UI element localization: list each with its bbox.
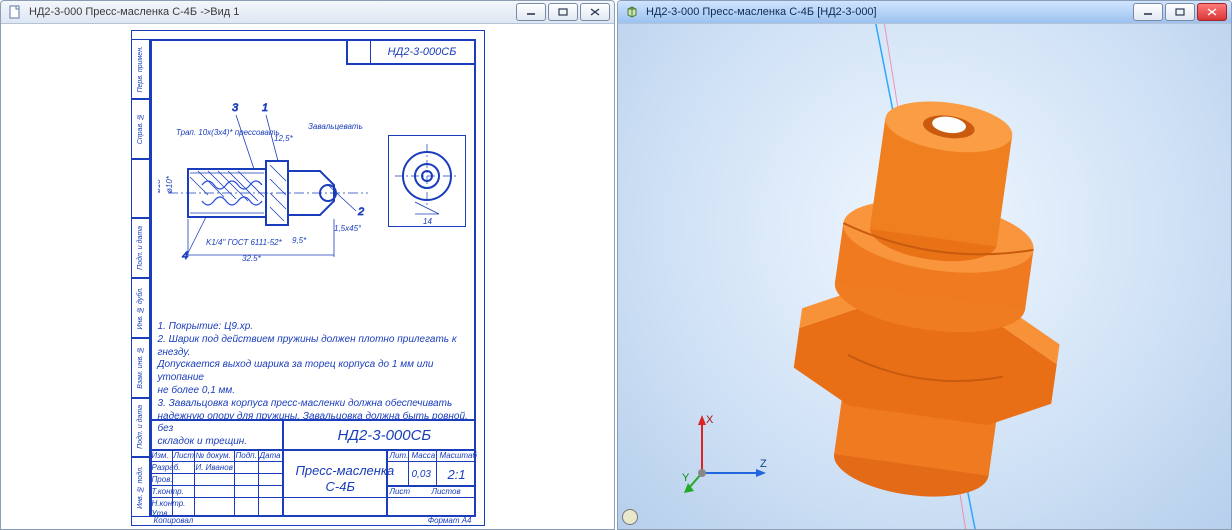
svg-text:14: 14: [423, 217, 432, 226]
svg-text:1,5x45°: 1,5x45°: [334, 224, 362, 233]
left-window-title: НД2-3-000 Пресс-масленка С-4Б ->Вид 1: [29, 6, 510, 18]
maximize-button[interactable]: [548, 3, 578, 21]
margin-label: Взам. инв. №: [137, 346, 144, 389]
title-block: НД2-3-000СБ Изм. Лист № докум. Подп. Дат…: [150, 419, 476, 517]
maximize-button[interactable]: [1165, 3, 1195, 21]
model-sub-window: НД2-3-000 Пресс-масленка С-4Б [НД2-3-000…: [617, 0, 1232, 530]
svg-text:ø10*: ø10*: [165, 175, 174, 193]
svg-text:9,5*: 9,5*: [292, 236, 307, 245]
left-window-buttons: [516, 3, 610, 21]
upper-stamp: НД2-3-000СБ: [346, 39, 476, 65]
margin-label: Инв. № подл.: [137, 466, 144, 509]
doc-number: НД2-3-000СБ: [338, 427, 432, 444]
minimize-button[interactable]: [516, 3, 546, 21]
svg-text:1: 1: [262, 102, 268, 114]
drawing-viewport[interactable]: Перв. примен. Справ. № Подп. и дата Инв.…: [1, 24, 614, 529]
main-section-view: 3 1 2 4 12,5* Завальцевать Трап. 10x(3х4…: [158, 85, 378, 261]
aux-end-view: 14: [388, 135, 466, 227]
svg-text:K1/4" ГОСТ 6111-52*: K1/4" ГОСТ 6111-52*: [206, 238, 283, 247]
svg-text:Y: Y: [682, 472, 690, 484]
svg-text:Z: Z: [760, 458, 767, 470]
document-icon: [7, 4, 23, 20]
right-window-titlebar[interactable]: НД2-3-000 Пресс-масленка С-4Б [НД2-3-000…: [618, 1, 1231, 24]
drawing-sub-window: НД2-3-000 Пресс-масленка С-4Б ->Вид 1 Пе…: [0, 0, 615, 530]
close-button[interactable]: [580, 3, 610, 21]
drawing-sheet: Перв. примен. Справ. № Подп. и дата Инв.…: [131, 30, 485, 526]
svg-text:ø18*: ø18*: [158, 175, 162, 193]
margin-label: Подп. и дата: [137, 405, 144, 449]
svg-text:X: X: [706, 414, 714, 426]
upper-stamp-text: НД2-3-000СБ: [371, 41, 474, 63]
sheet-footer: Копировал Формат А4: [150, 516, 476, 526]
right-window-title: НД2-3-000 Пресс-масленка С-4Б [НД2-3-000…: [646, 6, 1127, 18]
left-margin-fields: Перв. примен. Справ. № Подп. и дата Инв.…: [132, 39, 150, 517]
3d-viewport[interactable]: X Y Z: [618, 24, 1231, 529]
margin-label: Справ. №: [137, 113, 144, 144]
margin-label: Подп. и дата: [137, 226, 144, 270]
margin-label: Перв. примен.: [137, 46, 144, 93]
axis-triad-icon: X Y Z: [682, 403, 772, 493]
part-name: Пресс-масленка: [296, 463, 395, 478]
right-window-buttons: [1133, 3, 1227, 21]
close-button[interactable]: [1197, 3, 1227, 21]
svg-text:2: 2: [357, 206, 364, 218]
svg-text:Трап. 10x(3х4)* прессовать: Трап. 10x(3х4)* прессовать: [176, 128, 280, 137]
svg-text:4: 4: [182, 250, 188, 261]
svg-text:3: 3: [232, 102, 239, 114]
minimize-button[interactable]: [1133, 3, 1163, 21]
orbit-indicator-icon: [622, 509, 638, 525]
margin-label: Инв. № дубл.: [137, 287, 144, 329]
left-window-titlebar[interactable]: НД2-3-000 Пресс-масленка С-4Б ->Вид 1: [1, 1, 614, 24]
svg-text:Завальцевать: Завальцевать: [308, 122, 363, 131]
part-icon: [624, 4, 640, 20]
